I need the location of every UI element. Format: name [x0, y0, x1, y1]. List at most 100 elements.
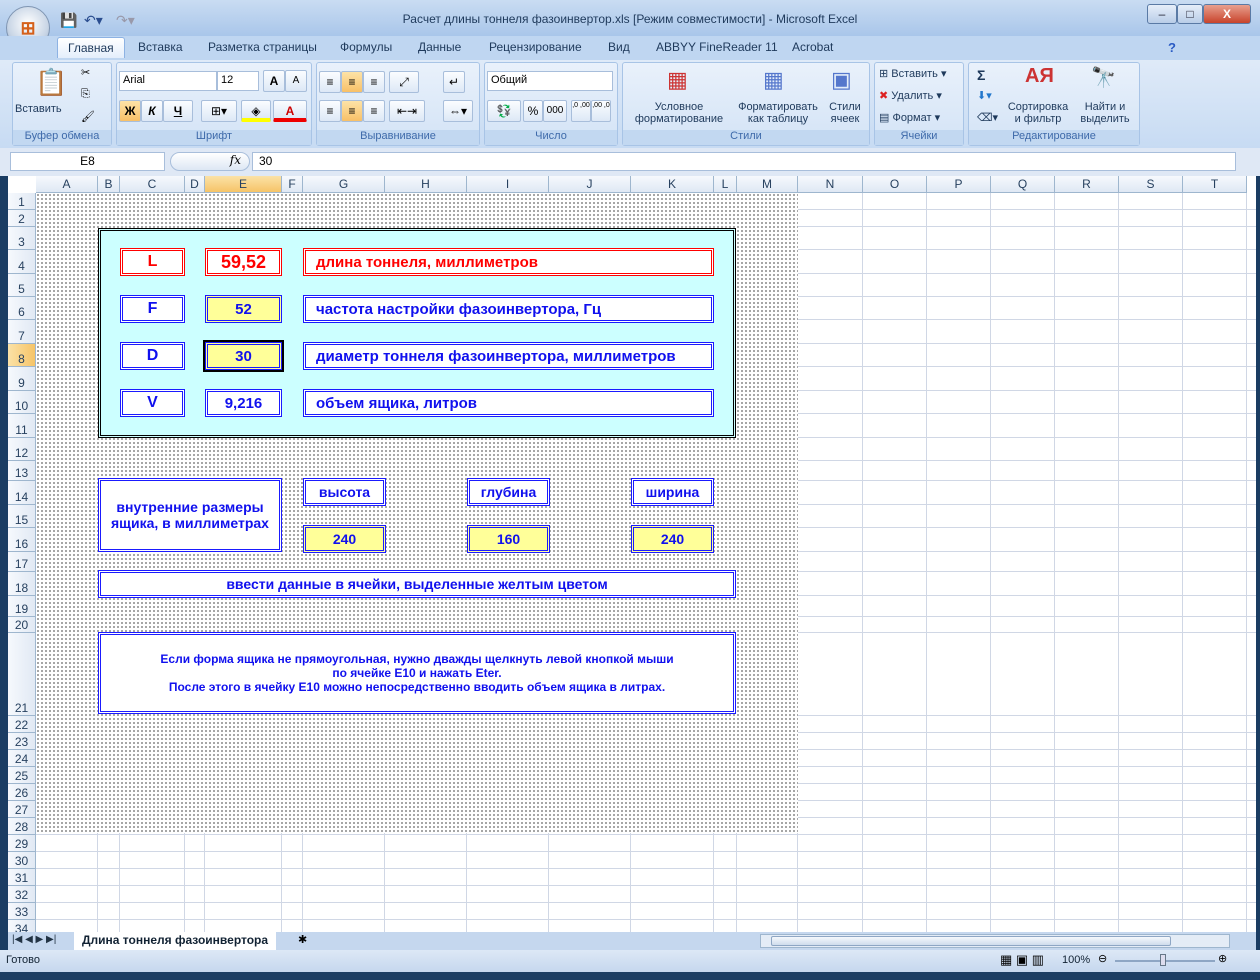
column-header[interactable]: M	[737, 176, 798, 193]
sheet-tab[interactable]: Длина тоннеля фазоинвертора	[74, 932, 277, 950]
row-header[interactable]: 21	[8, 633, 36, 716]
column-header[interactable]: R	[1055, 176, 1119, 193]
sheet-nav-arrows[interactable]: |◀ ◀ ▶ ▶|	[12, 934, 56, 945]
row-header[interactable]: 19	[8, 596, 36, 617]
scrollbar-thumb[interactable]	[771, 936, 1171, 946]
column-header[interactable]: J	[549, 176, 631, 193]
decrease-decimal-button[interactable]: ,00 ,0	[591, 100, 611, 122]
row-header[interactable]: 7	[8, 320, 36, 344]
thousands-button[interactable]: 000	[543, 100, 567, 122]
row-header[interactable]: 10	[8, 391, 36, 414]
row-header[interactable]: 11	[8, 414, 36, 438]
align-top-button[interactable]: ≡	[319, 71, 341, 93]
borders-button[interactable]: ⊞▾	[201, 100, 237, 122]
align-bottom-button[interactable]: ≡	[363, 71, 385, 93]
column-header[interactable]: S	[1119, 176, 1183, 193]
wrap-text-button[interactable]: ↵	[443, 71, 465, 93]
column-header[interactable]: E	[205, 176, 282, 193]
conditional-format-button[interactable]: Условное форматирование	[625, 101, 733, 125]
maximize-button[interactable]: □	[1177, 4, 1203, 24]
tab-data[interactable]: Данные	[418, 40, 461, 54]
tab-insert[interactable]: Вставка	[138, 40, 183, 54]
row-header[interactable]: 29	[8, 835, 36, 852]
insert-function-button[interactable]: fx	[170, 152, 250, 171]
row-header[interactable]: 2	[8, 210, 36, 227]
formula-input[interactable]: 30	[252, 152, 1236, 171]
row-header[interactable]: 15	[8, 505, 36, 528]
delete-cells-button[interactable]: ✖ Удалить ▾	[879, 89, 942, 102]
column-header[interactable]: O	[863, 176, 927, 193]
row-header[interactable]: 14	[8, 481, 36, 505]
zoom-out-icon[interactable]: ⊖	[1098, 952, 1107, 965]
help-icon[interactable]: ?	[1168, 40, 1176, 55]
dim-value-cell[interactable]: 160	[467, 525, 550, 553]
column-header[interactable]: K	[631, 176, 714, 193]
fill-button[interactable]: ⬇▾	[977, 89, 992, 102]
row-header[interactable]: 6	[8, 297, 36, 320]
find-select-button[interactable]: Найти и выделить	[1073, 101, 1137, 125]
merge-center-button[interactable]: ⇔▾	[443, 100, 473, 122]
column-header[interactable]: D	[185, 176, 205, 193]
close-button[interactable]: X	[1203, 4, 1251, 24]
tab-view[interactable]: Вид	[608, 40, 630, 54]
font-color-button[interactable]: A	[273, 100, 307, 122]
insert-cells-button[interactable]: ⊞ Вставить ▾	[879, 67, 947, 80]
row-header[interactable]: 32	[8, 886, 36, 903]
zoom-level[interactable]: 100%	[1062, 954, 1090, 966]
sort-filter-button[interactable]: Сортировка и фильтр	[1005, 101, 1071, 125]
param-value-cell[interactable]: 59,52	[205, 248, 282, 276]
fill-color-button[interactable]: ◈	[241, 100, 271, 122]
orientation-button[interactable]: ⤢	[389, 71, 419, 93]
column-header[interactable]: G	[303, 176, 385, 193]
cut-icon[interactable]: ✂	[81, 66, 90, 79]
bold-button[interactable]: Ж	[119, 100, 141, 122]
align-center-button[interactable]: ≡	[341, 100, 363, 122]
column-header[interactable]: Q	[991, 176, 1055, 193]
row-header[interactable]: 34	[8, 920, 36, 932]
tab-formulas[interactable]: Формулы	[340, 40, 392, 54]
format-as-table-button[interactable]: Форматировать как таблицу	[733, 101, 823, 125]
row-header[interactable]: 5	[8, 274, 36, 297]
italic-button[interactable]: К	[141, 100, 163, 122]
number-format-select[interactable]: Общий	[487, 71, 613, 91]
increase-decimal-button[interactable]: ,0 ,00	[571, 100, 591, 122]
name-box[interactable]: E8	[10, 152, 165, 171]
column-header[interactable]: T	[1183, 176, 1247, 193]
column-header[interactable]: F	[282, 176, 303, 193]
align-middle-button[interactable]: ≡	[341, 71, 363, 93]
row-header[interactable]: 18	[8, 572, 36, 596]
column-header[interactable]: P	[927, 176, 991, 193]
column-header[interactable]: I	[467, 176, 549, 193]
tab-home[interactable]: Главная	[57, 37, 125, 58]
row-header[interactable]: 22	[8, 716, 36, 733]
row-header[interactable]: 31	[8, 869, 36, 886]
paste-icon[interactable]: 📋	[35, 67, 67, 98]
row-header[interactable]: 13	[8, 461, 36, 481]
horizontal-scrollbar[interactable]	[760, 934, 1230, 948]
row-header[interactable]: 33	[8, 903, 36, 920]
copy-icon[interactable]: ⎘	[81, 88, 90, 101]
underline-button[interactable]: Ч	[163, 100, 193, 122]
dim-value-cell[interactable]: 240	[303, 525, 386, 553]
clear-button[interactable]: ⌫▾	[977, 111, 998, 124]
row-header[interactable]: 25	[8, 767, 36, 784]
view-buttons[interactable]: ▦ ▣ ▥	[1000, 952, 1044, 968]
align-left-button[interactable]: ≡	[319, 100, 341, 122]
currency-button[interactable]: 💱	[487, 100, 521, 122]
autosum-button[interactable]: Σ	[977, 67, 985, 83]
column-header[interactable]: L	[714, 176, 737, 193]
align-right-button[interactable]: ≡	[363, 100, 385, 122]
paste-button[interactable]: Вставить	[15, 103, 62, 115]
row-header[interactable]: 23	[8, 733, 36, 750]
zoom-in-icon[interactable]: ⊕	[1218, 952, 1227, 965]
zoom-slider-thumb[interactable]	[1160, 954, 1166, 966]
column-header[interactable]: H	[385, 176, 467, 193]
format-cells-button[interactable]: ▤ Формат ▾	[879, 111, 940, 124]
row-header[interactable]: 9	[8, 367, 36, 391]
row-header[interactable]: 8	[8, 344, 36, 367]
row-header[interactable]: 3	[8, 227, 36, 250]
tab-acrobat[interactable]: Acrobat	[792, 40, 833, 54]
font-size-select[interactable]: 12	[217, 71, 259, 91]
row-header[interactable]: 1	[8, 193, 36, 210]
tab-abbyy[interactable]: ABBYY FineReader 11	[656, 40, 778, 54]
